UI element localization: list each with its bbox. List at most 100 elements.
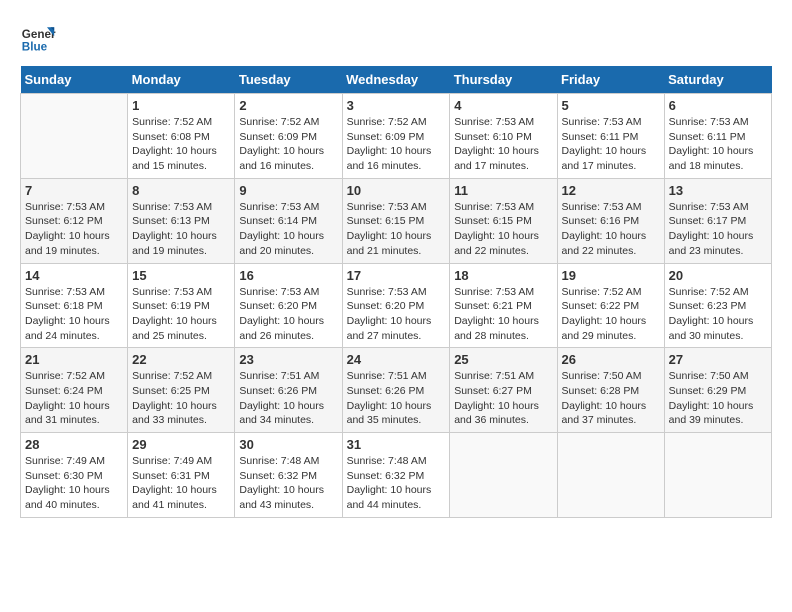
day-info: Sunrise: 7:48 AM Sunset: 6:32 PM Dayligh…: [347, 454, 446, 513]
day-number: 4: [454, 98, 552, 113]
calendar-cell: 17 Sunrise: 7:53 AM Sunset: 6:20 PM Dayli…: [342, 263, 450, 348]
calendar-cell: 20 Sunrise: 7:52 AM Sunset: 6:23 PM Dayli…: [664, 263, 771, 348]
day-info: Sunrise: 7:53 AM Sunset: 6:11 PM Dayligh…: [669, 115, 767, 174]
day-info: Sunrise: 7:52 AM Sunset: 6:24 PM Dayligh…: [25, 369, 123, 428]
calendar-cell: [21, 94, 128, 179]
calendar-cell: 1 Sunrise: 7:52 AM Sunset: 6:08 PM Daylig…: [128, 94, 235, 179]
calendar-table: SundayMondayTuesdayWednesdayThursdayFrid…: [20, 66, 772, 518]
weekday-header: Monday: [128, 66, 235, 94]
day-number: 27: [669, 352, 767, 367]
day-number: 7: [25, 183, 123, 198]
calendar-cell: 13 Sunrise: 7:53 AM Sunset: 6:17 PM Dayli…: [664, 178, 771, 263]
weekday-header: Friday: [557, 66, 664, 94]
calendar-cell: 4 Sunrise: 7:53 AM Sunset: 6:10 PM Daylig…: [450, 94, 557, 179]
day-number: 31: [347, 437, 446, 452]
calendar-week-row: 14Sunrise: 7:53 AM Sunset: 6:18 PM Dayli…: [21, 263, 772, 348]
calendar-cell: 19 Sunrise: 7:52 AM Sunset: 6:22 PM Dayli…: [557, 263, 664, 348]
day-info: Sunrise: 7:51 AM Sunset: 6:26 PM Dayligh…: [347, 369, 446, 428]
day-number: 23: [239, 352, 337, 367]
day-number: 10: [347, 183, 446, 198]
day-info: Sunrise: 7:53 AM Sunset: 6:11 PM Dayligh…: [562, 115, 660, 174]
day-number: 15: [132, 268, 230, 283]
calendar-week-row: 7 Sunrise: 7:53 AM Sunset: 6:12 PM Daylig…: [21, 178, 772, 263]
day-info: Sunrise: 7:52 AM Sunset: 6:09 PM Dayligh…: [347, 115, 446, 174]
calendar-cell: 28 Sunrise: 7:49 AM Sunset: 6:30 PM Dayli…: [21, 433, 128, 518]
day-info: Sunrise: 7:50 AM Sunset: 6:29 PM Dayligh…: [669, 369, 767, 428]
day-number: 14: [25, 268, 123, 283]
weekday-header: Wednesday: [342, 66, 450, 94]
page-header: General Blue: [20, 20, 772, 56]
day-info: Sunrise: 7:53 AM Sunset: 6:19 PM Dayligh…: [132, 285, 230, 344]
weekday-header: Tuesday: [235, 66, 342, 94]
day-number: 5: [562, 98, 660, 113]
calendar-cell: 14Sunrise: 7:53 AM Sunset: 6:18 PM Dayli…: [21, 263, 128, 348]
calendar-cell: 23 Sunrise: 7:51 AM Sunset: 6:26 PM Dayli…: [235, 348, 342, 433]
day-info: Sunrise: 7:53 AM Sunset: 6:17 PM Dayligh…: [669, 200, 767, 259]
day-info: Sunrise: 7:52 AM Sunset: 6:25 PM Dayligh…: [132, 369, 230, 428]
svg-text:Blue: Blue: [22, 41, 48, 54]
logo: General Blue: [20, 20, 60, 56]
day-number: 24: [347, 352, 446, 367]
calendar-cell: 18 Sunrise: 7:53 AM Sunset: 6:21 PM Dayli…: [450, 263, 557, 348]
day-info: Sunrise: 7:51 AM Sunset: 6:26 PM Dayligh…: [239, 369, 337, 428]
calendar-cell: 31 Sunrise: 7:48 AM Sunset: 6:32 PM Dayli…: [342, 433, 450, 518]
day-number: 21: [25, 352, 123, 367]
weekday-header: Thursday: [450, 66, 557, 94]
calendar-cell: 2 Sunrise: 7:52 AM Sunset: 6:09 PM Daylig…: [235, 94, 342, 179]
weekday-header: Saturday: [664, 66, 771, 94]
day-number: 11: [454, 183, 552, 198]
day-info: Sunrise: 7:52 AM Sunset: 6:22 PM Dayligh…: [562, 285, 660, 344]
calendar-cell: 30Sunrise: 7:48 AM Sunset: 6:32 PM Dayli…: [235, 433, 342, 518]
day-info: Sunrise: 7:53 AM Sunset: 6:14 PM Dayligh…: [239, 200, 337, 259]
calendar-cell: 7 Sunrise: 7:53 AM Sunset: 6:12 PM Daylig…: [21, 178, 128, 263]
day-info: Sunrise: 7:53 AM Sunset: 6:21 PM Dayligh…: [454, 285, 552, 344]
weekday-header: Sunday: [21, 66, 128, 94]
day-info: Sunrise: 7:52 AM Sunset: 6:09 PM Dayligh…: [239, 115, 337, 174]
day-info: Sunrise: 7:53 AM Sunset: 6:20 PM Dayligh…: [347, 285, 446, 344]
day-number: 28: [25, 437, 123, 452]
calendar-week-row: 28 Sunrise: 7:49 AM Sunset: 6:30 PM Dayli…: [21, 433, 772, 518]
day-number: 9: [239, 183, 337, 198]
calendar-cell: 3 Sunrise: 7:52 AM Sunset: 6:09 PM Daylig…: [342, 94, 450, 179]
calendar-cell: 11Sunrise: 7:53 AM Sunset: 6:15 PM Dayli…: [450, 178, 557, 263]
calendar-cell: 8 Sunrise: 7:53 AM Sunset: 6:13 PM Daylig…: [128, 178, 235, 263]
day-number: 22: [132, 352, 230, 367]
calendar-cell: [450, 433, 557, 518]
day-number: 12: [562, 183, 660, 198]
logo-icon: General Blue: [20, 20, 56, 56]
day-info: Sunrise: 7:49 AM Sunset: 6:31 PM Dayligh…: [132, 454, 230, 513]
day-number: 2: [239, 98, 337, 113]
day-number: 8: [132, 183, 230, 198]
day-info: Sunrise: 7:52 AM Sunset: 6:23 PM Dayligh…: [669, 285, 767, 344]
day-info: Sunrise: 7:53 AM Sunset: 6:15 PM Dayligh…: [347, 200, 446, 259]
calendar-week-row: 1 Sunrise: 7:52 AM Sunset: 6:08 PM Daylig…: [21, 94, 772, 179]
calendar-cell: [664, 433, 771, 518]
day-info: Sunrise: 7:52 AM Sunset: 6:08 PM Dayligh…: [132, 115, 230, 174]
day-number: 13: [669, 183, 767, 198]
day-info: Sunrise: 7:53 AM Sunset: 6:12 PM Dayligh…: [25, 200, 123, 259]
day-number: 6: [669, 98, 767, 113]
day-info: Sunrise: 7:51 AM Sunset: 6:27 PM Dayligh…: [454, 369, 552, 428]
calendar-cell: 6 Sunrise: 7:53 AM Sunset: 6:11 PM Daylig…: [664, 94, 771, 179]
day-number: 18: [454, 268, 552, 283]
day-number: 29: [132, 437, 230, 452]
day-number: 25: [454, 352, 552, 367]
day-info: Sunrise: 7:50 AM Sunset: 6:28 PM Dayligh…: [562, 369, 660, 428]
day-number: 1: [132, 98, 230, 113]
calendar-cell: 12Sunrise: 7:53 AM Sunset: 6:16 PM Dayli…: [557, 178, 664, 263]
calendar-cell: [557, 433, 664, 518]
header-row: SundayMondayTuesdayWednesdayThursdayFrid…: [21, 66, 772, 94]
day-info: Sunrise: 7:53 AM Sunset: 6:10 PM Dayligh…: [454, 115, 552, 174]
day-number: 20: [669, 268, 767, 283]
calendar-cell: 9 Sunrise: 7:53 AM Sunset: 6:14 PM Daylig…: [235, 178, 342, 263]
calendar-cell: 21 Sunrise: 7:52 AM Sunset: 6:24 PM Dayli…: [21, 348, 128, 433]
day-number: 3: [347, 98, 446, 113]
calendar-cell: 27 Sunrise: 7:50 AM Sunset: 6:29 PM Dayli…: [664, 348, 771, 433]
day-info: Sunrise: 7:49 AM Sunset: 6:30 PM Dayligh…: [25, 454, 123, 513]
calendar-cell: 22 Sunrise: 7:52 AM Sunset: 6:25 PM Dayli…: [128, 348, 235, 433]
day-number: 19: [562, 268, 660, 283]
day-number: 26: [562, 352, 660, 367]
calendar-cell: 26 Sunrise: 7:50 AM Sunset: 6:28 PM Dayli…: [557, 348, 664, 433]
day-info: Sunrise: 7:53 AM Sunset: 6:13 PM Dayligh…: [132, 200, 230, 259]
day-number: 17: [347, 268, 446, 283]
